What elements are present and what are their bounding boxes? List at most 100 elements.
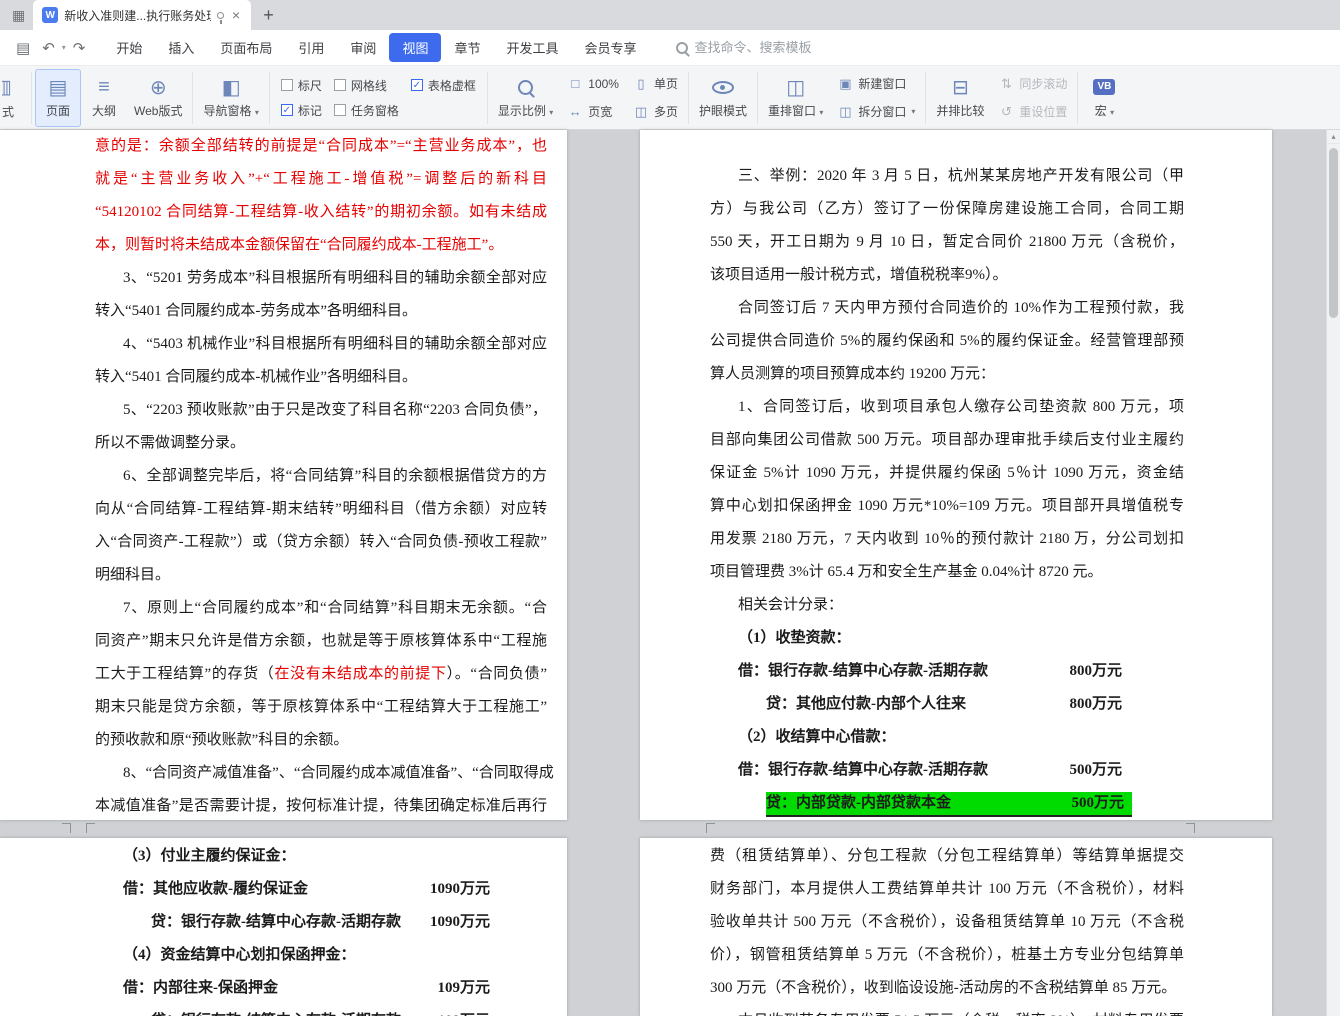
new-window-button[interactable]: ▣ 新建窗口 [830, 71, 922, 96]
zoom-100-label: 100% [588, 77, 619, 91]
menu-tab-section[interactable]: 章节 [441, 33, 493, 62]
page-right-top[interactable]: 三、举例：2020 年 3 月 5 日，杭州某某房地产开发有限公司（甲方）与我公… [640, 130, 1272, 820]
command-search-input[interactable] [695, 40, 855, 55]
eye-protection-button[interactable]: 护眼模式 [692, 69, 754, 127]
page-right-bottom[interactable]: 费（租赁结算单）、分包工程款（分包工程结算单）等结算单据提交财务部门，本月提供人… [640, 838, 1272, 1016]
outline-label: 大纲 [92, 102, 116, 119]
command-search[interactable] [676, 40, 855, 55]
new-window-label: 新建窗口 [858, 75, 906, 92]
menu-tab-view[interactable]: 视图 [389, 33, 441, 62]
vb-macro-icon: VB [1093, 76, 1115, 98]
document-text-line: 550 天，开工日期为 9 月 10 日，暂定合同价 21800 万元（含税价， [710, 226, 1184, 259]
journal-entry-line: 借：银行存款-结算中心存款-活期存款500万元 [738, 754, 1184, 787]
sync-scroll-icon: ⇅ [998, 76, 1014, 92]
nav-pane-icon: ◧ [222, 76, 241, 98]
view-options-group: 标尺 网格线 表格虚框 标记 任务窗格 [273, 73, 484, 123]
document-text-line: 保证金 5%计 1090 万元，并提供履约保函 5％计 1090 万元，资金结 [710, 457, 1184, 490]
checkbox-icon [334, 104, 346, 116]
redo-icon[interactable]: ↷ [67, 39, 92, 57]
page-margin-mark [706, 823, 715, 833]
document-text-line: 算中心划扣保函押金 1090 万元*10%=109 万元。项目部开具增值税专 [710, 490, 1184, 523]
home-icon[interactable]: ▦ [12, 7, 25, 24]
sync-scroll-button[interactable]: ⇅ 同步滚动 [991, 71, 1074, 96]
journal-entry-line: 借：内部往来-保函押金109万元 [123, 972, 547, 1005]
document-tab[interactable]: W 新收入准则建...执行账务处理 × [33, 0, 251, 30]
document-text-line: 所以不需做调整分录。 [95, 427, 547, 460]
ruler-label: 标尺 [298, 77, 322, 94]
journal-entry-line: 贷：银行存款-结算中心存款-活期存款1090万元 [151, 906, 547, 939]
pin-icon[interactable] [217, 12, 224, 19]
document-text-line: 相关会计分录： [738, 589, 1184, 622]
read-layout-button-partial[interactable]: ▥ 式 [2, 69, 28, 127]
menu-tab-insert[interactable]: 插入 [155, 33, 207, 62]
read-layout-icon: ▥ [2, 76, 12, 99]
menu-tab-references[interactable]: 引用 [285, 33, 337, 62]
table-gridlines-label: 表格虚框 [428, 77, 476, 94]
page-margin-mark [86, 823, 95, 833]
entry-amount: 1090万元 [430, 873, 490, 906]
document-text-line: 期末只能是贷方余额，等于原核算体系中“工程结算大于工程施工” [95, 691, 547, 724]
document-text-line: 算人员测算的项目预算成本约 19200 万元： [710, 358, 1184, 391]
gridlines-checkbox[interactable]: 网格线 [334, 73, 399, 98]
menu-tab-review[interactable]: 审阅 [337, 33, 389, 62]
document-text-line: 价），钢管租赁结算单 5 万元（不含税价），桩基土方专业分包结算单 [710, 939, 1184, 972]
document-text-line: （2）收结算中心借款： [738, 721, 1184, 754]
view-page-button[interactable]: ▤ 页面 [35, 69, 81, 127]
page-left-bottom[interactable]: （3）付业主履约保证金：借：其他应收款-履约保证金1090万元贷：银行存款-结算… [0, 838, 567, 1016]
page-left-top[interactable]: 意的是：余额全部结转的前提是“合同成本”=“主营业务成本”，也就是“主营业务收入… [0, 130, 567, 820]
vertical-scrollbar[interactable]: ▴ [1326, 130, 1340, 1016]
chevron-down-icon: ▾ [549, 108, 553, 117]
single-page-button[interactable]: ▯ 单页 [626, 71, 685, 96]
view-outline-button[interactable]: ≡ 大纲 [81, 69, 127, 127]
eye-protection-icon [712, 76, 734, 98]
document-text-line: 8、“合同资产减值准备”、“合同履约成本减值准备”、“合同取得成 [123, 757, 547, 790]
side-by-side-label: 并排比较 [936, 102, 984, 119]
menu-tab-page-layout[interactable]: 页面布局 [207, 33, 285, 62]
task-pane-checkbox[interactable]: 任务窗格 [334, 98, 399, 123]
split-window-icon: ◫ [837, 104, 853, 120]
document-text-line: 工大于工程结算”的存货（在没有未结成本的前提下）。“合同负债” [95, 658, 547, 691]
document-text-line: 同资产”期末只允许是借方余额，也就是等于原核算体系中“工程施 [95, 625, 547, 658]
menu-tab-home[interactable]: 开始 [103, 33, 155, 62]
task-pane-label: 任务窗格 [351, 102, 399, 119]
ribbon-separator [31, 72, 32, 124]
journal-entry-line: 贷：内部贷款-内部贷款本金500万元 [766, 787, 1132, 820]
print-preview-icon[interactable]: ▤ [10, 39, 36, 57]
chevron-down-icon: ▾ [255, 108, 259, 117]
single-page-icon: ▯ [633, 76, 649, 92]
undo-icon[interactable]: ↶ [36, 39, 61, 57]
ruler-checkbox[interactable]: 标尺 [281, 73, 322, 98]
page-width-button[interactable]: ↔ 页宽 [560, 99, 626, 124]
view-ribbon: ▥ 式 ▤ 页面 ≡ 大纲 ⊕ Web版式 ◧ 导航窗格 ▾ 标尺 [0, 66, 1340, 130]
multi-page-button[interactable]: ◫ 多页 [626, 99, 685, 124]
menu-tab-dev-tools[interactable]: 开发工具 [493, 33, 571, 62]
journal-entry-line: 贷：其他应付款-内部个人往来800万元 [766, 688, 1184, 721]
document-area[interactable]: 意的是：余额全部结转的前提是“合同成本”=“主营业务成本”，也就是“主营业务收入… [0, 130, 1340, 1016]
scrollbar-thumb[interactable] [1329, 148, 1338, 318]
single-page-label: 单页 [654, 75, 678, 92]
marks-checkbox[interactable]: 标记 [281, 98, 322, 123]
journal-entry-line: 借：银行存款-结算中心存款-活期存款800万元 [738, 655, 1184, 688]
tab-close-icon[interactable]: × [230, 7, 242, 23]
zoom-100-button[interactable]: □ 100% [560, 71, 626, 96]
compare-group: ⇅ 同步滚动 ↺ 重设位置 [991, 71, 1074, 124]
vb-macro-button[interactable]: VB 宏 ▾ [1081, 69, 1127, 127]
rearrange-windows-button[interactable]: ◫ 重排窗口 ▾ [761, 69, 830, 127]
table-gridlines-checkbox[interactable]: 表格虚框 [411, 73, 476, 98]
nav-pane-button[interactable]: ◧ 导航窗格 ▾ [196, 69, 265, 127]
ribbon-separator [1077, 72, 1078, 124]
split-window-button[interactable]: ◫ 拆分窗口 ▾ [830, 99, 922, 124]
page-view-label: 页面 [46, 102, 70, 119]
reset-position-button[interactable]: ↺ 重设位置 [991, 99, 1074, 124]
zoom-button[interactable]: 显示比例 ▾ [491, 69, 560, 127]
menu-tab-member[interactable]: 会员专享 [571, 33, 649, 62]
view-web-layout-button[interactable]: ⊕ Web版式 [127, 69, 189, 127]
entry-amount: 109万元 [437, 1005, 490, 1016]
ribbon-separator [757, 72, 758, 124]
page-width-label: 页宽 [588, 103, 612, 120]
read-layout-label-partial: 式 [2, 103, 14, 120]
multi-page-icon: ◫ [633, 104, 649, 120]
side-by-side-button[interactable]: ⊟ 并排比较 [929, 69, 991, 127]
scroll-up-arrow-icon[interactable]: ▴ [1327, 130, 1340, 144]
new-tab-button[interactable]: + [263, 5, 274, 26]
